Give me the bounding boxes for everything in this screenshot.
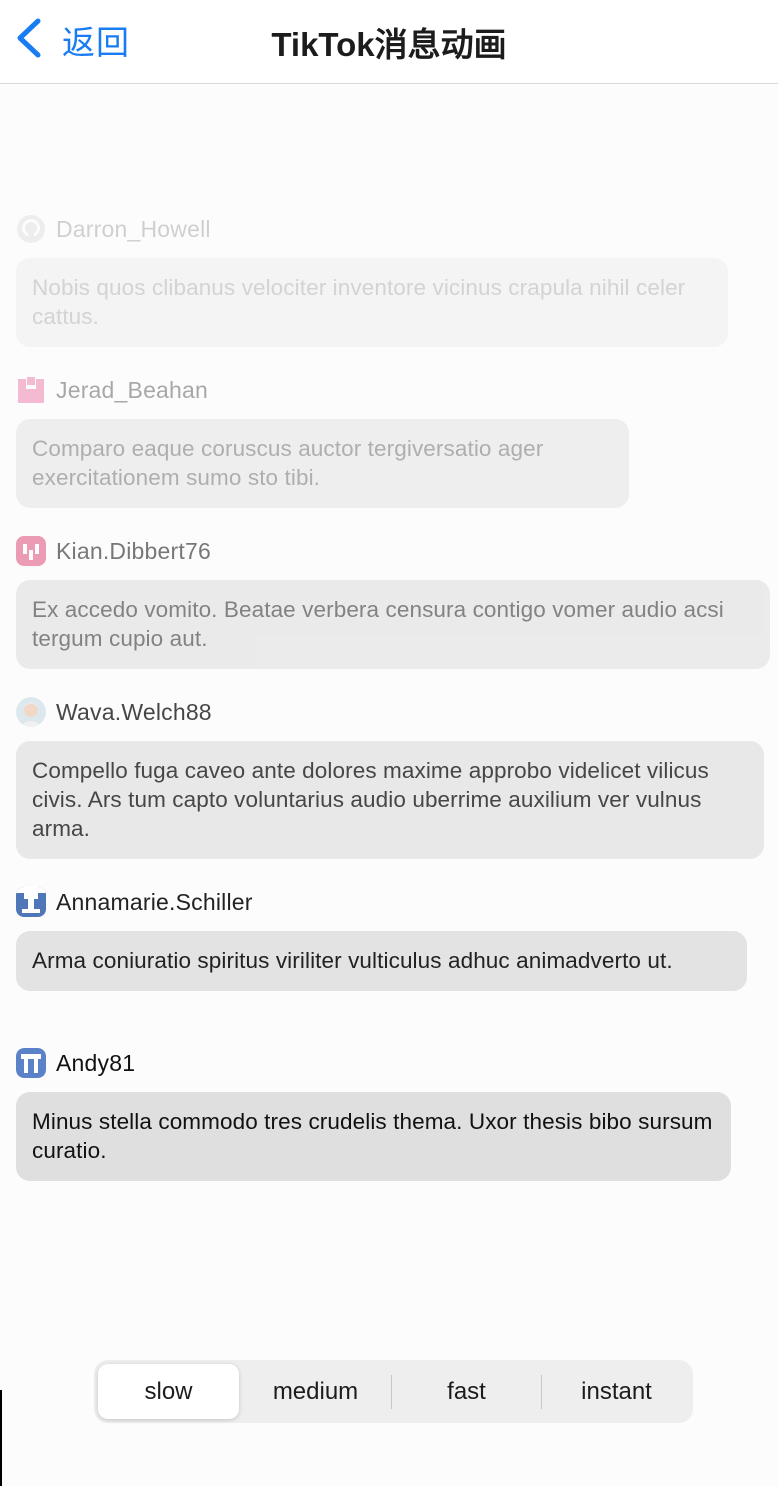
blue-identicon — [16, 1048, 46, 1078]
message-bubble: Compello fuga caveo ante dolores maxime … — [16, 741, 764, 859]
person-avatar — [16, 697, 46, 727]
page-title: TikTok消息动画 — [271, 26, 507, 63]
message-username: Kian.Dibbert76 — [56, 537, 211, 564]
message-username: Andy81 — [56, 1049, 136, 1076]
segment-divider — [541, 1375, 542, 1409]
message-item: Kian.Dibbert76 Ex accedo vomito. Beatae … — [16, 534, 770, 669]
message-bubble: Minus stella commodo tres crudelis thema… — [16, 1092, 731, 1181]
pink-identicon — [16, 375, 46, 405]
message-username: Annamarie.Schiller — [56, 888, 253, 915]
message-feed[interactable]: Darron_Howell Nobis quos clibanus veloci… — [0, 84, 778, 1486]
message-item: Jerad_Beahan Comparo eaque coruscus auct… — [16, 373, 629, 508]
nav-bar: 返回 TikTok消息动画 — [0, 0, 778, 84]
segment-divider — [391, 1375, 392, 1409]
github-octocat-icon — [16, 214, 46, 244]
message-bubble: Ex accedo vomito. Beatae verbera censura… — [16, 580, 770, 669]
speed-option-instant[interactable]: instant — [546, 1364, 687, 1419]
message-bubble: Nobis quos clibanus velociter inventore … — [16, 258, 728, 347]
speed-option-medium[interactable]: medium — [245, 1364, 386, 1419]
message-bubble: Comparo eaque coruscus auctor tergiversa… — [16, 419, 629, 508]
message-bubble: Arma coniuratio spiritus viriliter vulti… — [16, 931, 747, 991]
message-username: Darron_Howell — [56, 215, 211, 242]
message-item: Darron_Howell Nobis quos clibanus veloci… — [16, 212, 728, 347]
speed-option-fast[interactable]: fast — [396, 1364, 537, 1419]
speed-segmented-control: slow medium fast instant — [94, 1360, 693, 1423]
message-username: Wava.Welch88 — [56, 698, 212, 725]
message-username: Jerad_Beahan — [56, 376, 209, 403]
message-item: Andy81 Minus stella commodo tres crudeli… — [16, 1046, 731, 1181]
message-item: Wava.Welch88 Compello fuga caveo ante do… — [16, 695, 764, 859]
message-item: Annamarie.Schiller Arma coniuratio spiri… — [16, 885, 747, 991]
pink-identicon — [16, 536, 46, 566]
screen-edge — [0, 1390, 2, 1486]
speed-option-slow[interactable]: slow — [98, 1364, 239, 1419]
blue-identicon — [16, 887, 46, 917]
